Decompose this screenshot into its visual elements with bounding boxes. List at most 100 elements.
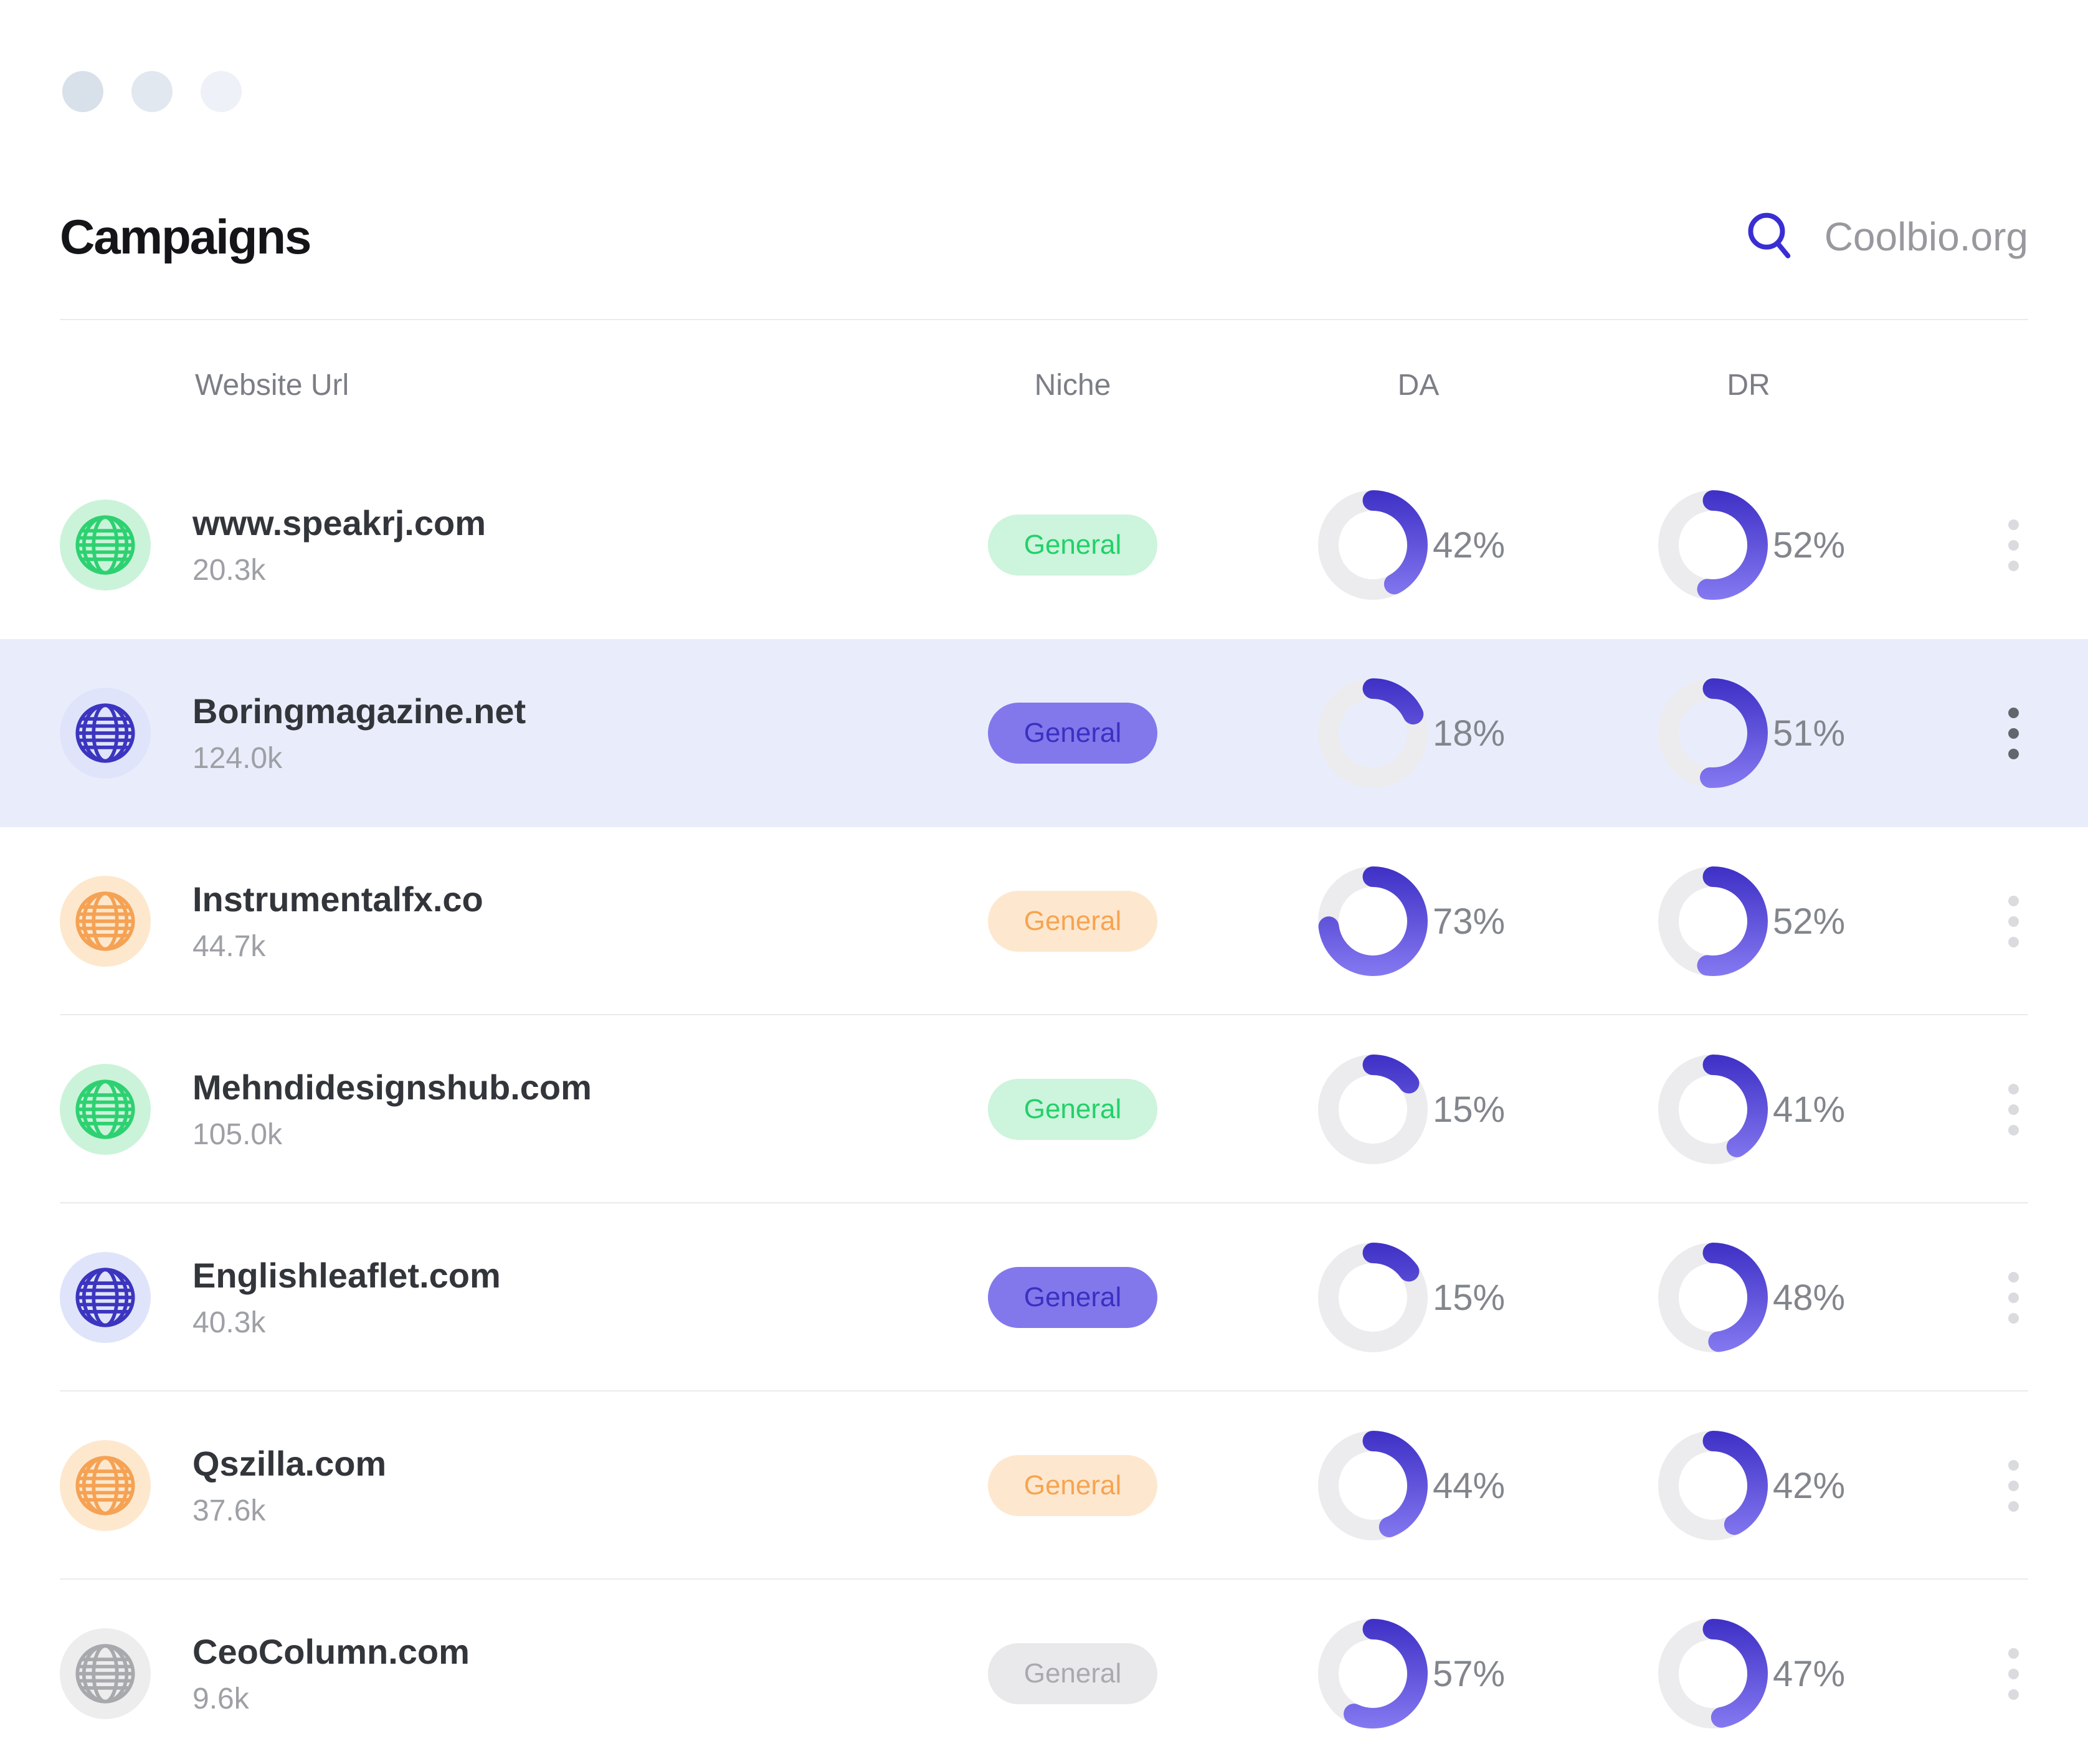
niche-cell: General [988, 703, 1158, 764]
dr-progress-ring [1658, 678, 1768, 788]
dr-progress-ring [1658, 490, 1768, 600]
niche-cell: General [988, 891, 1158, 952]
kebab-menu-icon[interactable] [2001, 1076, 2026, 1143]
traffic-count: 20.3k [192, 553, 867, 587]
niche-badge: General [988, 703, 1158, 764]
dr-progress-ring [1658, 1619, 1768, 1728]
kebab-menu-icon[interactable] [2001, 1264, 2026, 1331]
dr-progress-ring [1658, 866, 1768, 976]
da-progress-ring [1318, 678, 1428, 788]
niche-badge: General [988, 1455, 1158, 1516]
table-header: Website Url Niche DA DR [0, 319, 2088, 451]
app-window: Campaigns Coolbio.org Website Url Niche … [0, 0, 2088, 1764]
niche-badge: General [988, 514, 1158, 576]
traffic-count: 124.0k [192, 741, 867, 775]
da-cell: 15% [1278, 1055, 1627, 1164]
traffic-count: 37.6k [192, 1494, 867, 1528]
search-box[interactable]: Coolbio.org [1744, 209, 2028, 264]
da-progress-ring [1318, 1431, 1428, 1540]
table-row[interactable]: Boringmagazine.net 124.0k General 18% 51… [0, 639, 2088, 827]
globe-icon [73, 1265, 138, 1330]
kebab-menu-icon[interactable] [2001, 700, 2026, 767]
table-row[interactable]: Instrumentalfx.co 44.7k General 73% 52% [0, 827, 2088, 1015]
table-row[interactable]: Mehndidesignshub.com 105.0k General 15% … [0, 1015, 2088, 1203]
da-cell: 15% [1278, 1243, 1627, 1352]
column-header-website-url: Website Url [60, 368, 867, 402]
window-dot-1[interactable] [62, 71, 103, 112]
website-url: CeoColumn.com [192, 1631, 867, 1672]
globe-icon [73, 513, 138, 577]
globe-avatar [60, 1628, 151, 1719]
table-row[interactable]: Englishleaflet.com 40.3k General 15% 48% [0, 1203, 2088, 1392]
column-header-niche: Niche [1035, 368, 1111, 402]
website-cell: Qszilla.com 37.6k [151, 1443, 867, 1528]
da-cell: 57% [1278, 1619, 1627, 1728]
globe-icon [73, 1077, 138, 1142]
globe-icon [73, 701, 138, 766]
dr-progress-ring [1658, 1431, 1768, 1540]
dr-cell: 51% [1627, 678, 1976, 788]
globe-avatar [60, 1064, 151, 1155]
website-cell: CeoColumn.com 9.6k [151, 1631, 867, 1716]
globe-icon [73, 889, 138, 954]
da-progress-ring [1318, 1055, 1428, 1164]
dr-value: 42% [1773, 1465, 1845, 1507]
kebab-menu-icon[interactable] [2001, 888, 2026, 955]
website-cell: Boringmagazine.net 124.0k [151, 691, 867, 775]
website-url: Boringmagazine.net [192, 691, 867, 731]
globe-avatar [60, 1252, 151, 1343]
dr-value: 52% [1773, 524, 1845, 566]
da-value: 15% [1433, 1277, 1505, 1319]
website-cell: www.speakrj.com 20.3k [151, 503, 867, 587]
da-value: 44% [1433, 1465, 1505, 1507]
da-progress-ring [1318, 1619, 1428, 1728]
dr-value: 52% [1773, 901, 1845, 942]
dr-progress-ring [1658, 1055, 1768, 1164]
kebab-menu-icon[interactable] [2001, 1641, 2026, 1707]
dr-cell: 52% [1627, 490, 1976, 600]
niche-cell: General [988, 1079, 1158, 1140]
da-progress-ring [1318, 490, 1428, 600]
niche-cell: General [988, 514, 1158, 576]
dr-value: 48% [1773, 1277, 1845, 1319]
globe-icon [73, 1453, 138, 1518]
niche-badge: General [988, 891, 1158, 952]
table-row[interactable]: CeoColumn.com 9.6k General 57% 47% [0, 1580, 2088, 1764]
column-header-dr: DR [1627, 368, 1870, 402]
table-row[interactable]: www.speakrj.com 20.3k General 42% 52% [0, 451, 2088, 639]
da-value: 57% [1433, 1653, 1505, 1695]
da-cell: 18% [1278, 678, 1627, 788]
dr-value: 41% [1773, 1089, 1845, 1131]
kebab-menu-icon[interactable] [2001, 1453, 2026, 1519]
window-dot-3[interactable] [201, 71, 242, 112]
traffic-count: 9.6k [192, 1682, 867, 1716]
da-progress-ring [1318, 866, 1428, 976]
table-row[interactable]: Qszilla.com 37.6k General 44% 42% [0, 1392, 2088, 1580]
globe-icon [73, 1641, 138, 1706]
niche-cell: General [988, 1643, 1158, 1704]
campaigns-table-body: www.speakrj.com 20.3k General 42% 52% [0, 451, 2088, 1764]
website-cell: Mehndidesignshub.com 105.0k [151, 1067, 867, 1152]
website-url: Mehndidesignshub.com [192, 1067, 867, 1107]
column-header-da: DA [1278, 368, 1559, 402]
website-cell: Instrumentalfx.co 44.7k [151, 879, 867, 964]
search-query-text: Coolbio.org [1825, 214, 2028, 260]
da-cell: 44% [1278, 1431, 1627, 1540]
search-icon [1744, 209, 1798, 264]
dr-cell: 52% [1627, 866, 1976, 976]
globe-avatar [60, 500, 151, 590]
niche-cell: General [988, 1267, 1158, 1328]
traffic-count: 40.3k [192, 1306, 867, 1340]
globe-avatar [60, 876, 151, 967]
da-cell: 73% [1278, 866, 1627, 976]
globe-avatar [60, 1440, 151, 1531]
window-dot-2[interactable] [131, 71, 173, 112]
da-progress-ring [1318, 1243, 1428, 1352]
traffic-count: 105.0k [192, 1117, 867, 1152]
website-url: Instrumentalfx.co [192, 879, 867, 919]
dr-cell: 42% [1627, 1431, 1976, 1540]
website-url: www.speakrj.com [192, 503, 867, 543]
globe-avatar [60, 688, 151, 779]
niche-cell: General [988, 1455, 1158, 1516]
kebab-menu-icon[interactable] [2001, 512, 2026, 579]
